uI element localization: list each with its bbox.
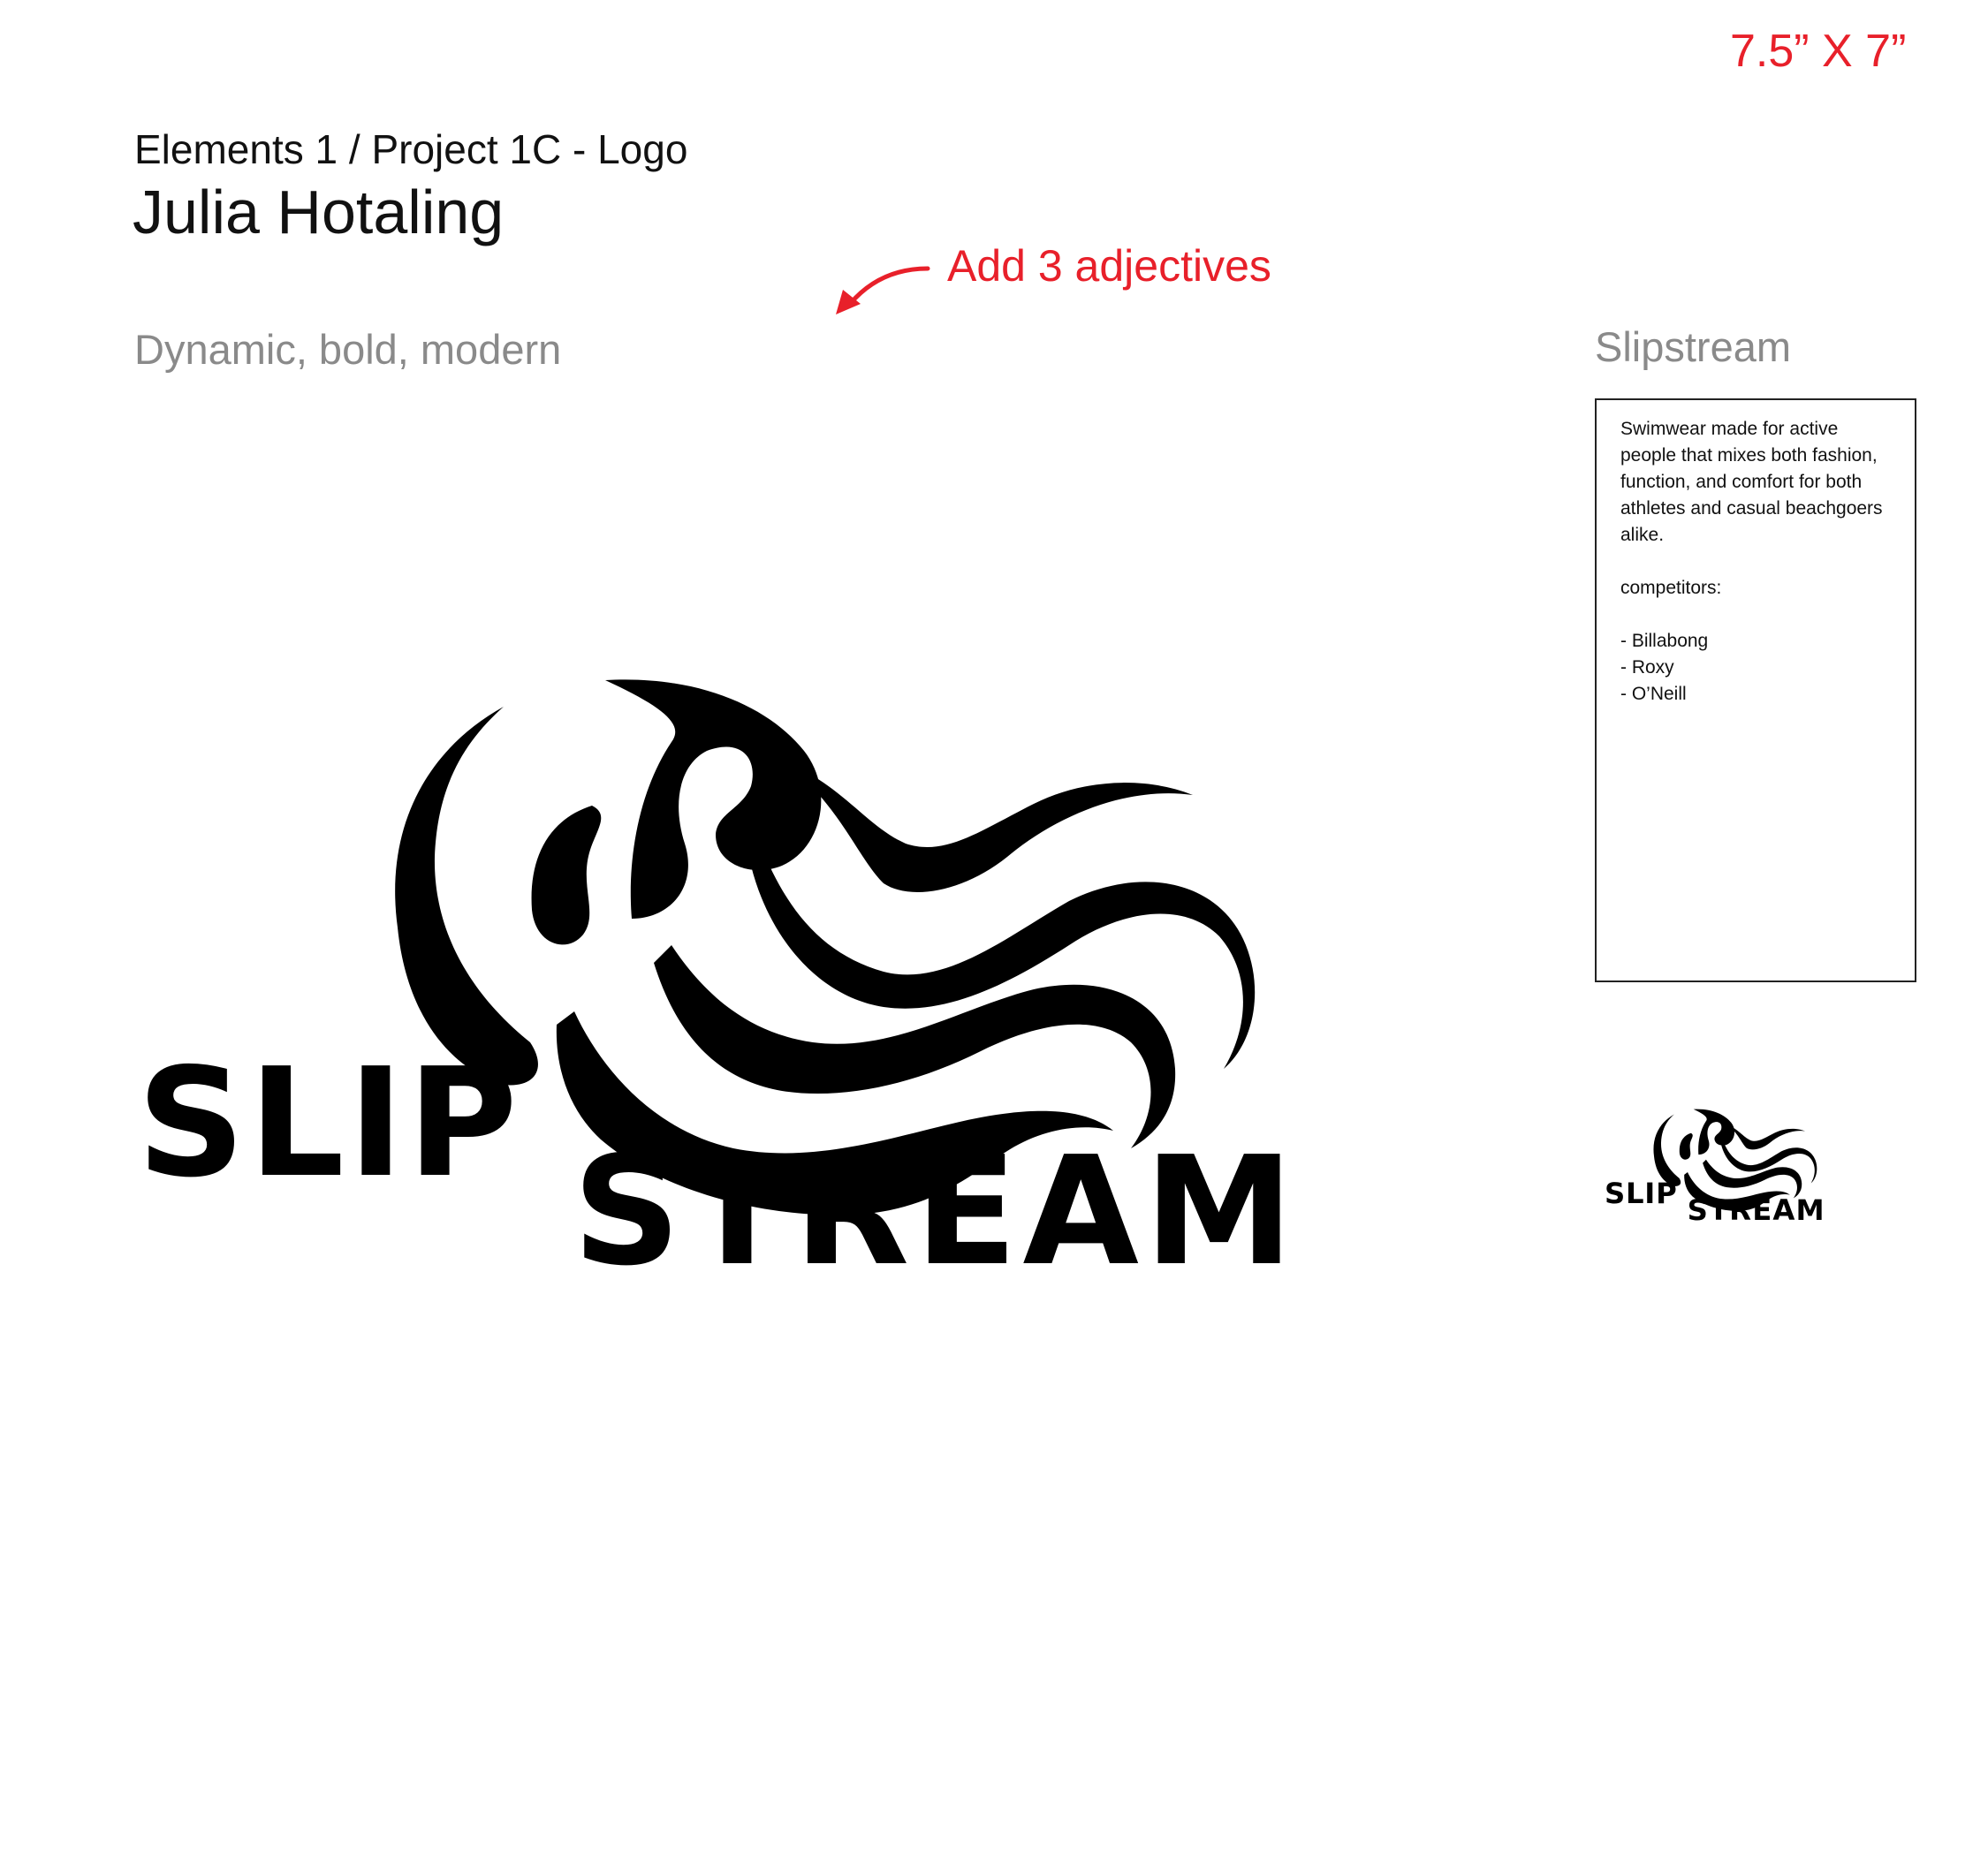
brand-title: Slipstream xyxy=(1595,323,1792,370)
adjectives-text: Dynamic, bold, modern xyxy=(134,326,562,373)
logo-small: SLIP STREAM xyxy=(1605,1109,1825,1225)
wordmark-bottom: STREAM xyxy=(573,1124,1299,1290)
competitor-item: - Roxy xyxy=(1620,657,1674,678)
competitor-list: - Billabong - Roxy - O’Neill xyxy=(1620,628,1895,708)
page-size-label: 7.5” X 7” xyxy=(1730,26,1907,77)
wordmark-bottom-small: STREAM xyxy=(1688,1193,1825,1225)
logo-large: SLIP STREAM xyxy=(137,679,1299,1290)
wordmark-top-small: SLIP xyxy=(1605,1177,1678,1210)
designer-name: Julia Hotaling xyxy=(133,178,505,246)
brand-description: Swimwear made for active people that mix… xyxy=(1620,419,1883,545)
logo-project-board: 7.5” X 7” Elements 1 / Project 1C - Logo… xyxy=(0,0,1988,1855)
brand-brief-box: Swimwear made for active people that mix… xyxy=(1595,398,1916,982)
project-title: Elements 1 / Project 1C - Logo xyxy=(134,126,688,172)
annotation-arrow-icon xyxy=(836,266,930,314)
annotation-note: Add 3 adjectives xyxy=(947,241,1271,291)
wordmark-top: SLIP xyxy=(137,1036,521,1211)
competitor-item: - O’Neill xyxy=(1620,684,1687,704)
competitors-label: competitors: xyxy=(1620,578,1722,598)
competitor-item: - Billabong xyxy=(1620,631,1709,651)
